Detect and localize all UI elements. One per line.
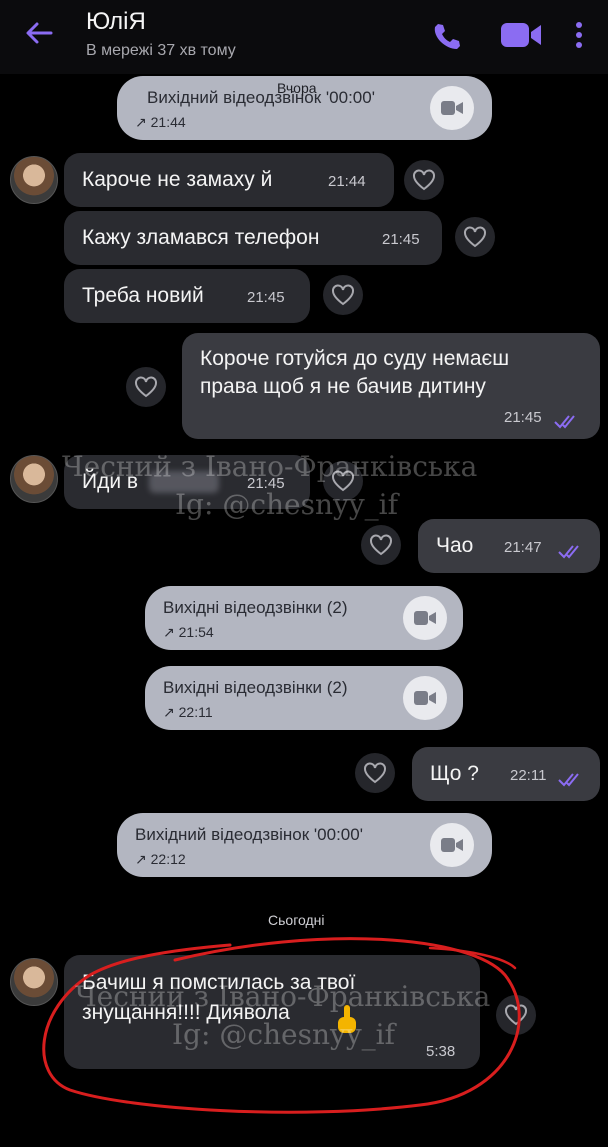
watermark-line1: Чесний з Івано-Франківська	[75, 980, 491, 1013]
watermark-line1: Чесний з Івано-Франківська	[62, 450, 478, 483]
watermark-line2: Ig: @chesnyy_if	[172, 1018, 395, 1051]
red-annotation-circle	[42, 937, 521, 1114]
watermark-line2: Ig: @chesnyy_if	[175, 488, 398, 521]
